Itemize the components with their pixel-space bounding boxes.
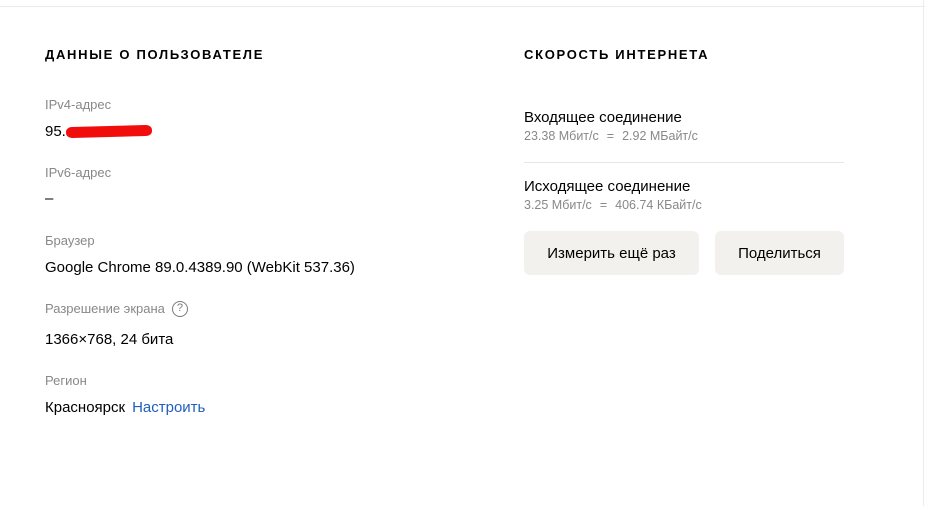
ip-redaction-mark [65,124,153,139]
help-icon[interactable]: ? [171,300,188,317]
browser-value: Google Chrome 89.0.4389.90 (WebKit 537.3… [45,259,355,276]
browser-label: Браузер [45,233,95,248]
top-divider [0,6,925,7]
incoming-connection-title: Входящее соединение [524,109,682,126]
outgoing-mbits: 3.25 Мбит/с [524,198,592,212]
region-value: Красноярск [45,399,126,416]
region-label: Регион [45,373,87,388]
user-data-title: ДАННЫЕ О ПОЛЬЗОВАТЕЛЕ [45,47,265,62]
screen-resolution-label-text: Разрешение экрана [45,301,165,316]
internet-speed-title: СКОРОСТЬ ИНТЕРНЕТА [524,47,710,62]
incoming-bytes: 2.92 МБайт/с [622,129,698,143]
share-button[interactable]: Поделиться [715,231,844,275]
right-divider [923,0,924,506]
outgoing-bytes: 406.74 КБайт/с [615,198,702,212]
remeasure-button[interactable]: Измерить ещё раз [524,231,699,275]
region-row: Красноярск Настроить [45,399,205,416]
outgoing-connection-title: Исходящее соединение [524,178,691,195]
ipv6-value: – [45,190,54,207]
outgoing-equals: = [599,198,608,212]
incoming-mbits: 23.38 Мбит/с [524,129,599,143]
ipv4-label: IPv4-адрес [45,97,112,112]
configure-region-link[interactable]: Настроить [132,399,205,416]
incoming-connection-value: 23.38 Мбит/с = 2.92 МБайт/с [524,129,698,143]
screen-resolution-label: Разрешение экрана? [45,300,188,318]
ipv4-value: 95. [45,123,66,140]
incoming-equals: = [606,129,615,143]
ipv6-label: IPv6-адрес [45,165,112,180]
outgoing-connection-value: 3.25 Мбит/с = 406.74 КБайт/с [524,198,702,212]
speed-divider [524,162,844,163]
screen-resolution-value: 1366×768, 24 бита [45,331,174,348]
